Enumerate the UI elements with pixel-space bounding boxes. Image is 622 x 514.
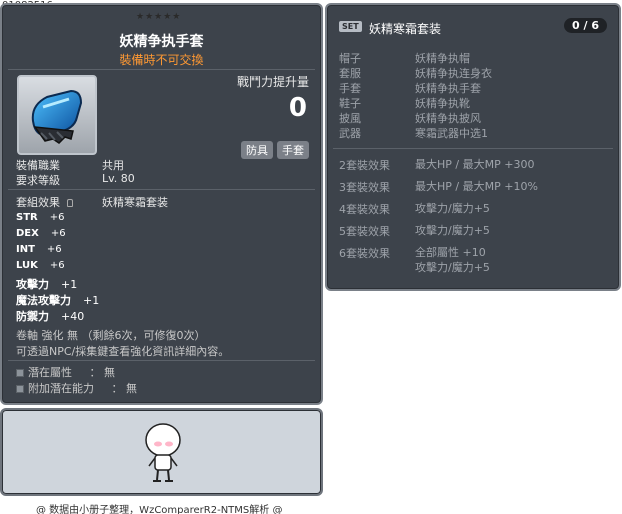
stat-int: INT +6 [16,244,62,255]
item-name: 妖精争执手套 [119,34,204,50]
stat-luk: LUK +6 [16,260,65,271]
set-effect-label: 套組效果 [16,194,102,210]
set-piece-suit: 套服 妖精争执连身衣 [339,67,492,80]
trade-note: 裝備時不可交換 [119,53,204,67]
potential-bullet-icon [16,369,24,377]
power-increase-label: 戰鬥力提升量 [236,75,309,89]
stat-str: STR +6 [16,212,65,223]
character-preview-icon [145,423,181,482]
set-badge: SET [339,21,362,32]
set-piece-hat: 帽子 妖精争执帽 [339,52,470,65]
job-row: 裝備職業 共用 [16,157,124,173]
divider [8,69,315,70]
additional-potential-label: 附加潛在能力 [28,382,94,395]
set-effect-5: 5套裝效果 攻擊力/魔力+5 [339,224,490,238]
set-piece-weapon: 武器 寒霜武器中选1 [339,127,488,140]
set-title: 妖精寒霜套装 [369,22,442,36]
additional-potential-value: ： 無 [111,382,138,395]
lock-icon [66,199,73,207]
item-tags: 防具 手套 [241,141,309,159]
set-effect-row: 套組效果 妖精寒霜套装 [16,194,168,210]
stat-magic-attack: 魔法攻擊力 +1 [16,294,100,307]
tag-armor: 防具 [241,141,273,159]
set-count: 0 / 6 [564,18,607,33]
divider [8,360,315,361]
potential-row: 潛在屬性 ： 無 [16,364,115,380]
npc-note: 可透過NPC/採集鍵查看強化資訊詳細內容。 [16,345,230,358]
star-rating: ★★★★★ [136,12,182,22]
set-effect-2: 2套裝效果 最大HP / 最大MP +300 [339,158,535,172]
job-label: 裝備職業 [16,159,60,172]
additional-potential-row: 附加潛在能力 ： 無 [16,380,137,396]
set-effect-value: 妖精寒霜套装 [102,196,168,209]
potential-value: ： 無 [89,366,116,379]
set-effect-4: 4套裝效果 攻擊力/魔力+5 [339,202,490,216]
potential-label: 潛在屬性 [28,366,72,379]
level-row: 要求等級 Lv. 80 [16,172,135,188]
set-piece-shoes: 鞋子 妖精争执靴 [339,97,470,110]
stat-defense: 防禦力 +40 [16,310,85,323]
set-piece-gloves: 手套 妖精争执手套 [339,82,481,95]
level-label: 要求等級 [16,174,60,187]
divider [8,189,315,190]
job-value: 共用 [102,159,124,172]
glove-icon [31,89,83,144]
footer-credit: @ 数据由小册子整理，WzComparerR2-NTMS解析 @ [36,505,283,514]
additional-potential-bullet-icon [16,385,24,393]
scroll-note: 卷軸 強化 無 （剩餘6次，可修復0次） [16,329,206,342]
power-increase-value: 0 [288,93,307,123]
level-value: Lv. 80 [102,172,135,185]
stat-dex: DEX +6 [16,228,66,239]
set-effect-3: 3套裝效果 最大HP / 最大MP +10% [339,180,538,194]
set-piece-cape: 披風 妖精争执披风 [339,112,481,125]
tag-gloves: 手套 [277,141,309,159]
set-effect-6: 6套裝效果 全部屬性 +10 攻擊力/魔力+5 [339,246,490,274]
divider [333,148,613,149]
stat-attack: 攻擊力 +1 [16,278,78,291]
item-icon-frame [17,75,97,155]
set-info-panel: SET 妖精寒霜套装 0 / 6 帽子 妖精争执帽 套服 妖精争执连身衣 手套 妖精争… [325,3,621,291]
item-tooltip: ★★★★★ 妖精争执手套 裝備時不可交換 戰鬥力提升量 0 防具 手套 裝備職業… [0,3,323,405]
